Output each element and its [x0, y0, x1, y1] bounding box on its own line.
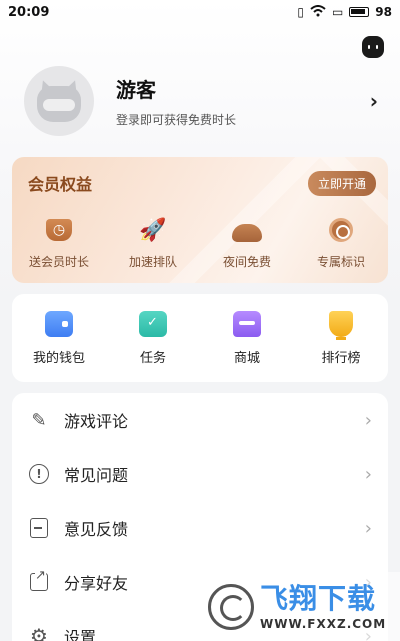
vip-item-membership-time[interactable]: ◷ 送会员时长: [12, 215, 106, 275]
menu-item-faq[interactable]: ! 常见问题 ›: [12, 447, 388, 501]
vip-item-label: 夜间免费: [222, 255, 271, 269]
chevron-right-icon: ›: [364, 463, 372, 485]
tool-shop[interactable]: 商城: [200, 310, 294, 366]
question-icon: !: [29, 464, 49, 484]
status-time: 20:09: [8, 4, 50, 20]
vibrate-icon: ▯: [297, 5, 304, 19]
menu-item-feedback[interactable]: 意见反馈 ›: [12, 501, 388, 555]
feedback-icon: [30, 518, 48, 538]
tool-label: 排行榜: [321, 350, 361, 366]
vip-item-badge[interactable]: 专属标识: [294, 215, 388, 275]
vip-item-label: 加速排队: [128, 255, 177, 269]
watermark-logo-icon: [208, 583, 254, 630]
tool-label: 任务: [139, 350, 166, 366]
wallet-icon: [45, 310, 73, 337]
chevron-right-icon: ›: [364, 409, 372, 431]
rocket-icon: 🚀: [139, 217, 167, 243]
battery-icon: [349, 7, 370, 17]
status-icons: ▯ ▭ 98: [297, 4, 392, 20]
vip-open-button[interactable]: 立即开通: [307, 171, 376, 196]
vip-item-night-free[interactable]: 夜间免费: [200, 215, 294, 275]
share-icon: [30, 568, 48, 591]
tool-leaderboard[interactable]: 排行榜: [294, 310, 388, 366]
avatar[interactable]: [24, 66, 94, 136]
profile-subtitle: 登录即可获得免费时长: [116, 113, 237, 127]
vip-item-label: 专属标识: [316, 255, 365, 269]
clock-tag-icon: ◷: [46, 219, 72, 241]
status-bar: 20:09 ▯ ▭ 98: [0, 0, 400, 24]
chat-icon: [368, 45, 378, 49]
screen-icon: ▭: [331, 5, 344, 19]
tool-wallet[interactable]: 我的钱包: [12, 310, 106, 366]
menu-item-label: 常见问题: [64, 466, 129, 485]
message-button[interactable]: [362, 36, 384, 58]
chevron-right-icon[interactable]: ›: [370, 89, 378, 113]
vip-benefits-card: 会员权益 立即开通 ◷ 送会员时长 🚀 加速排队 夜间免费 专属标识: [12, 157, 388, 283]
tool-label: 我的钱包: [32, 350, 85, 366]
watermark: 飞翔下载 WWW.FXXZ.COM: [202, 572, 400, 641]
wifi-icon: [310, 4, 326, 20]
tools-card: 我的钱包 任务 商城 排行榜: [12, 294, 388, 382]
tool-label: 商城: [233, 350, 260, 366]
profile-header[interactable]: 游客 登录即可获得免费时长 ›: [24, 66, 384, 136]
task-icon: [139, 310, 167, 337]
medal-icon: [329, 218, 353, 242]
trophy-icon: [329, 310, 353, 340]
watermark-url: WWW.FXXZ.COM: [260, 616, 387, 631]
vip-item-label: 送会员时长: [28, 255, 89, 269]
menu-item-label: 意见反馈: [64, 520, 129, 539]
moon-icon: [232, 224, 262, 242]
gear-icon: ⚙: [30, 624, 48, 641]
vip-title: 会员权益: [28, 175, 93, 194]
profile-name: 游客: [116, 78, 156, 102]
battery-level: 98: [375, 5, 392, 19]
vip-item-accelerate[interactable]: 🚀 加速排队: [106, 215, 200, 275]
pencil-icon: ✎: [31, 409, 47, 431]
tool-task[interactable]: 任务: [106, 310, 200, 366]
chevron-right-icon: ›: [364, 517, 372, 539]
menu-item-game-review[interactable]: ✎ 游戏评论 ›: [12, 393, 388, 447]
watermark-title: 飞翔下载: [260, 581, 377, 615]
shop-icon: [233, 310, 261, 337]
menu-item-label: 游戏评论: [64, 412, 129, 431]
